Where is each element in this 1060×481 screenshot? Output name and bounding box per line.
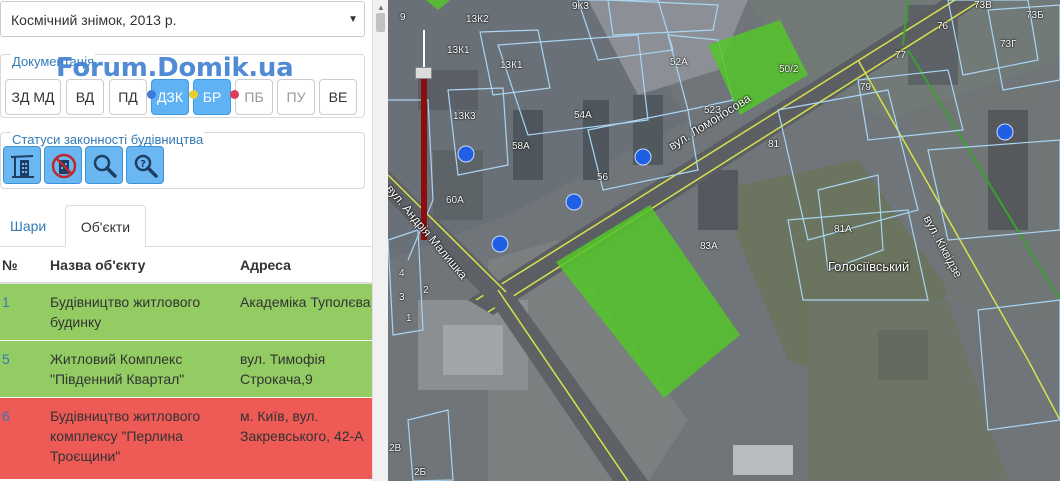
- scroll-up-icon[interactable]: ▲: [377, 3, 385, 12]
- doc-button-zd-md[interactable]: ЗД МД: [5, 79, 61, 115]
- parcel-label: 2: [423, 285, 429, 296]
- row-address: м. Київ, вул. Закревського, 42-А: [240, 408, 364, 444]
- row-address: Академіка Туполєва: [240, 294, 371, 310]
- header-number: №: [2, 257, 18, 273]
- header-name: Назва об'єкту: [50, 257, 146, 273]
- parcel-label: 9К3: [572, 1, 589, 12]
- parcel-label: 1: [406, 313, 412, 324]
- search-icon: [93, 154, 117, 178]
- row-number-link[interactable]: 6: [2, 406, 10, 426]
- parcel-label: 13К1: [447, 45, 470, 56]
- doc-button-dzk[interactable]: ДЗК: [151, 79, 189, 115]
- doc-button-vd[interactable]: ВД: [66, 79, 104, 115]
- layer-select-value: Космічний знімок, 2013 р.: [11, 12, 177, 28]
- statuses-legend: Статуси законності будівництва: [11, 132, 205, 147]
- status-button-illegal[interactable]: [44, 146, 82, 184]
- parcel-label: 13К1: [500, 60, 523, 71]
- parcel-label: 13К2: [466, 14, 489, 25]
- parcel-label: 50/2: [779, 64, 799, 75]
- parcel-label: 58А: [512, 141, 530, 152]
- tab-layers[interactable]: Шари: [10, 205, 46, 247]
- parcel-label: 2Б: [414, 467, 427, 478]
- doc-indicator-yellow-dot: [189, 90, 198, 99]
- map-view[interactable]: вул. Ломоносова вул. Андрія Малишка вул.…: [388, 0, 1060, 481]
- doc-button-pd[interactable]: ПД: [109, 79, 147, 115]
- parcel-label: 3: [399, 292, 405, 303]
- row-name: Будівництво житлового комплексу "Перлина…: [50, 408, 201, 464]
- parcel-label: 56: [597, 172, 609, 183]
- parcel-label: 52З: [704, 105, 722, 116]
- header-address: Адреса: [240, 257, 291, 273]
- panel-tabs: Шари Об'єкти: [0, 205, 372, 247]
- table-header: № Назва об'єкту Адреса: [0, 247, 372, 284]
- parcel-label: 13К3: [453, 111, 476, 122]
- parcel-label: 54А: [574, 110, 592, 121]
- parcel-label: 73В: [974, 0, 992, 11]
- layer-select[interactable]: Космічний знімок, 2013 р. ▼: [0, 1, 365, 37]
- statuses-group: Статуси законності будівництва ?: [0, 132, 365, 189]
- district-label: Голосіївський: [828, 259, 910, 274]
- row-name: Житловий Комплекс "Південний Квартал": [50, 351, 185, 387]
- row-address: вул. Тимофія Строкача,9: [240, 351, 326, 387]
- parcel-label: 79: [860, 82, 872, 93]
- doc-button-br[interactable]: БР: [193, 79, 231, 115]
- status-button-check[interactable]: [85, 146, 123, 184]
- objects-table: № Назва об'єкту Адреса 1 Будівництво жит…: [0, 247, 372, 480]
- zoom-handle[interactable]: [415, 67, 432, 79]
- table-row[interactable]: 1 Будівництво житлового будинку Академік…: [0, 284, 372, 341]
- svg-text:?: ?: [140, 159, 146, 170]
- panel-scrollbar[interactable]: ▲: [372, 0, 388, 481]
- doc-indicator-red-dot: [230, 90, 239, 99]
- parcel-label: 73Б: [1026, 10, 1044, 21]
- table-row[interactable]: 6 Будівництво житлового комплексу "Перли…: [0, 398, 372, 480]
- status-button-unknown[interactable]: ?: [126, 146, 164, 184]
- doc-indicator-blue-dot: [147, 90, 156, 99]
- chevron-down-icon: ▼: [348, 14, 358, 25]
- parcel-label: 4: [399, 268, 405, 279]
- row-name: Будівництво житлового будинку: [50, 294, 201, 330]
- parcel-label: 77: [895, 50, 907, 61]
- row-number-link[interactable]: 1: [2, 292, 10, 312]
- building-crane-icon: [10, 155, 34, 178]
- doc-button-pu[interactable]: ПУ: [277, 79, 315, 115]
- parcel-label: 60А: [446, 195, 464, 206]
- parcel-label: 2В: [389, 443, 402, 454]
- row-number-link[interactable]: 5: [2, 349, 10, 369]
- zoom-slider[interactable]: [415, 30, 432, 240]
- no-building-icon: [51, 153, 77, 179]
- map-canvas[interactable]: [388, 0, 1060, 481]
- parcel-label: 9: [400, 12, 406, 23]
- parcel-label: 52А: [670, 57, 688, 68]
- doc-button-ve[interactable]: ВЕ: [319, 79, 357, 115]
- parcel-label: 81А: [834, 224, 852, 235]
- doc-button-pb[interactable]: ПБ: [235, 79, 273, 115]
- search-question-icon: ?: [134, 154, 158, 178]
- tab-objects[interactable]: Об'єкти: [65, 205, 146, 247]
- scrollbar-thumb[interactable]: [376, 13, 385, 32]
- side-panel: Космічний знімок, 2013 р. ▼ Документація…: [0, 0, 372, 481]
- watermark: Forum.Domik.ua: [56, 53, 294, 83]
- parcel-label: 76: [937, 21, 949, 32]
- table-row[interactable]: 5 Житловий Комплекс "Південний Квартал" …: [0, 341, 372, 398]
- parcel-label: 73Г: [1000, 39, 1017, 50]
- parcel-label: 83А: [700, 241, 718, 252]
- status-button-building[interactable]: [3, 146, 41, 184]
- parcel-label: 81: [768, 139, 780, 150]
